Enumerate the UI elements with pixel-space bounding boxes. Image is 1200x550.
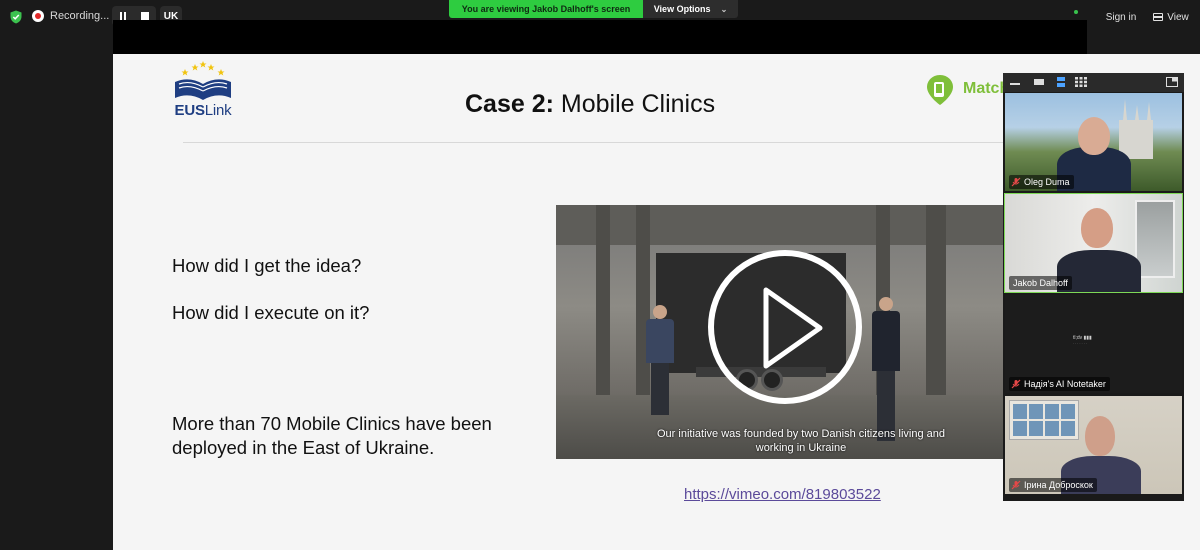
view-options-button[interactable]: View Options ⌄ (643, 0, 738, 18)
euslink-wordmark: EUSLink (174, 102, 232, 119)
view-options-label: View Options (653, 4, 711, 14)
slide-title-bold: Case 2: (465, 90, 554, 118)
participant-name-label: Jakob Dalhoff (1009, 276, 1072, 290)
participant-name: Надія's AI Notetaker (1024, 379, 1106, 389)
recording-label: Recording... (50, 10, 110, 22)
video-person (646, 305, 674, 415)
vimeo-link[interactable]: https://vimeo.com/819803522 (684, 486, 881, 503)
record-icon (32, 10, 44, 22)
speaker-view-icon[interactable] (1033, 77, 1045, 87)
filmstrip-icon[interactable] (1055, 77, 1067, 87)
pause-icon[interactable] (119, 12, 126, 20)
participant-name-label: Oleg Duma (1009, 175, 1074, 189)
participant-head (1078, 117, 1110, 155)
video-pillar (926, 205, 946, 405)
participant-name: Oleg Duma (1024, 177, 1070, 187)
question-execute: How did I execute on it? (172, 302, 370, 323)
participant-gallery: Oleg Duma Jakob Dalhoff tl;dv ▮▮▮ · · · … (1003, 73, 1184, 501)
question-idea: How did I get the idea? (172, 255, 362, 276)
sign-in-button[interactable]: Sign in (1100, 8, 1142, 26)
gallery-toolbar (1003, 73, 1184, 92)
gallery-grid-icon[interactable] (1075, 77, 1087, 87)
view-label: View (1167, 11, 1189, 23)
participant-tile[interactable]: tl;dv ▮▮▮ · · · · · · · Надія's AI Notet… (1005, 295, 1182, 393)
video-person (872, 297, 900, 447)
video-subtitle: Our initiative was founded by two Danish… (657, 428, 945, 454)
notetaker-preview: tl;dv ▮▮▮ · · · · · · · (1073, 335, 1092, 346)
euslink-logo: EUSLink (169, 60, 237, 122)
play-icon (763, 287, 823, 369)
book-icon (175, 79, 231, 100)
play-button[interactable] (708, 250, 862, 404)
participant-head (1085, 416, 1115, 456)
slide-title: Case 2: Mobile Clinics (465, 90, 715, 119)
video-thumbnail[interactable]: Our initiative was founded by two Danish… (556, 205, 1006, 459)
slide-title-rest: Mobile Clinics (553, 90, 716, 118)
connection-indicator (1074, 10, 1078, 14)
match-logo: Match (923, 74, 1009, 106)
participant-tile[interactable]: Oleg Duma (1005, 93, 1182, 191)
participant-tile[interactable]: Ірина Доброскок (1005, 396, 1182, 494)
stop-icon[interactable] (140, 12, 149, 20)
participant-tile-active[interactable]: Jakob Dalhoff (1004, 193, 1183, 293)
window-background (1135, 200, 1175, 278)
wall-board (1009, 400, 1079, 440)
video-pillar (596, 205, 610, 405)
shield-check-icon[interactable] (9, 10, 23, 24)
divider (183, 142, 1083, 143)
pop-out-icon[interactable] (1166, 77, 1178, 87)
minimize-icon[interactable] (1010, 77, 1020, 87)
view-button[interactable]: View (1148, 8, 1194, 26)
statement-text: More than 70 Mobile Clinics have been de… (172, 413, 492, 458)
participant-name-label: Ірина Доброскок (1009, 478, 1097, 492)
mic-off-icon (1011, 177, 1021, 187)
viewing-screen-banner: You are viewing Jakob Dalhoff's screen (449, 0, 643, 18)
location-pin-icon (927, 75, 953, 105)
chevron-down-icon: ⌄ (720, 4, 728, 14)
layout-icon (1153, 13, 1164, 21)
participant-head (1081, 208, 1113, 248)
mic-off-icon (1011, 480, 1021, 490)
mic-off-icon (1011, 379, 1021, 389)
participant-name: Jakob Dalhoff (1013, 278, 1068, 288)
screen-share-area (113, 20, 1087, 54)
participant-name: Ірина Доброскок (1024, 480, 1093, 490)
recording-indicator[interactable]: Recording... (32, 6, 109, 26)
participant-name-label: Надія's AI Notetaker (1009, 377, 1110, 391)
